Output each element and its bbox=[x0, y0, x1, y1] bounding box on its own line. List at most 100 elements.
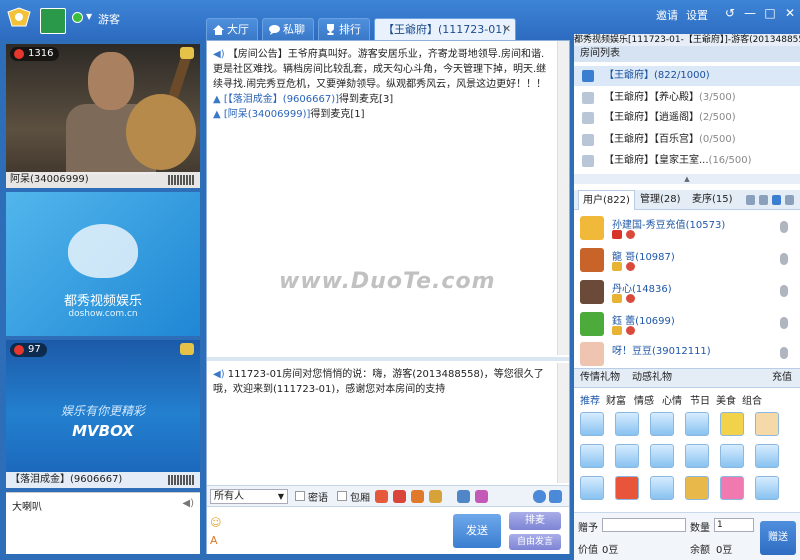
queue-mic-button[interactable]: 排麦 bbox=[509, 512, 561, 530]
emoji-icon[interactable]: ☺ bbox=[210, 516, 222, 529]
gift-category[interactable]: 美食 bbox=[716, 392, 736, 407]
gift-box-icon[interactable] bbox=[615, 444, 639, 468]
refresh-icon[interactable]: ↺ bbox=[722, 5, 738, 21]
house-icon[interactable] bbox=[411, 490, 424, 503]
gift-box-icon[interactable] bbox=[685, 412, 709, 436]
video-column: 1316 阿呆(34006999) 都秀视频娱乐 doshow.com.cn 9… bbox=[6, 44, 200, 554]
mic-user-link[interactable]: [阿呆(34006999)] bbox=[224, 109, 311, 120]
tab-room-label: 【王爺府】(111723-01) bbox=[383, 23, 507, 36]
minimize-button[interactable]: — bbox=[742, 5, 758, 21]
cartoon-icon[interactable] bbox=[720, 476, 744, 500]
gift-box-icon[interactable] bbox=[685, 444, 709, 468]
close-button[interactable]: ✕ bbox=[782, 5, 798, 21]
list-view-icon[interactable] bbox=[772, 195, 781, 205]
chevron-down-icon[interactable]: ▼ bbox=[86, 12, 92, 21]
mic-user-link[interactable]: [【落泪成金】(9606667)] bbox=[224, 94, 339, 105]
bag-label: 包厢 bbox=[350, 493, 370, 504]
gift-box-icon[interactable] bbox=[755, 476, 779, 500]
public-chat: ◀) 【房间公告】王爷府真叫好。游客安居乐业，齐寄龙哥地领导.房间和谐.更是社区… bbox=[207, 41, 569, 355]
maximize-button[interactable]: □ bbox=[762, 5, 778, 21]
cartoon-icon[interactable] bbox=[685, 476, 709, 500]
gift-recipient-input[interactable] bbox=[602, 518, 686, 532]
room-title: 都秀视频娱乐[111723-01-【王爺府】]-游客(2013488558) bbox=[574, 34, 800, 46]
divider[interactable] bbox=[207, 357, 569, 361]
gift-box-icon[interactable] bbox=[720, 444, 744, 468]
gift-category[interactable]: 节日 bbox=[690, 392, 710, 407]
viewer-count: 97 bbox=[28, 344, 41, 355]
cake-icon[interactable] bbox=[429, 490, 442, 503]
tab-private-chat[interactable]: 私聊 bbox=[262, 18, 314, 40]
microphone-icon[interactable] bbox=[533, 490, 546, 503]
avatar[interactable] bbox=[40, 8, 66, 34]
gift-box-icon[interactable] bbox=[580, 476, 604, 500]
video-slot-1[interactable]: 1316 阿呆(34006999) bbox=[6, 44, 200, 188]
bow-icon[interactable] bbox=[375, 490, 388, 503]
volume-icon[interactable] bbox=[549, 490, 562, 503]
chopsticks-icon[interactable] bbox=[720, 412, 744, 436]
gift-category[interactable]: 心情 bbox=[662, 392, 682, 407]
tab-room[interactable]: 【王爺府】(111723-01) ✕ bbox=[374, 18, 516, 40]
scrollbar[interactable] bbox=[557, 41, 569, 355]
gift-box-icon[interactable] bbox=[650, 444, 674, 468]
tab-mic-queue[interactable]: 麦序(15) bbox=[688, 190, 737, 210]
message-input[interactable]: ☺ A 发送 排麦 自由发言 bbox=[207, 508, 569, 554]
user-row[interactable]: 丹心(14836) bbox=[574, 278, 800, 308]
invite-link[interactable]: 邀请 bbox=[656, 7, 678, 23]
secret-checkbox[interactable] bbox=[295, 491, 305, 501]
gift-box-icon[interactable] bbox=[580, 412, 604, 436]
gift-balance-value: 0豆 bbox=[716, 545, 733, 556]
hand-icon[interactable] bbox=[755, 412, 779, 436]
gift-box-icon[interactable] bbox=[755, 444, 779, 468]
settings-link[interactable]: 设置 bbox=[686, 7, 708, 23]
microphone-icon bbox=[780, 253, 788, 265]
color-icon[interactable] bbox=[475, 490, 488, 503]
tab-gifts-emotion[interactable]: 传情礼物 bbox=[580, 369, 620, 387]
room-icon bbox=[582, 92, 594, 104]
user-row[interactable]: 鈺 蕾(10699) bbox=[574, 310, 800, 340]
user-row[interactable]: 呀！豆豆(39012111) bbox=[574, 340, 800, 370]
screenshot-icon[interactable] bbox=[457, 490, 470, 503]
collapse-toggle[interactable]: ▲ bbox=[574, 174, 800, 184]
room-item[interactable]: 【王爺府】【逍遥阁】(2/500) bbox=[574, 108, 800, 128]
tab-ranking[interactable]: 排行 bbox=[318, 18, 370, 40]
gift-box-icon[interactable] bbox=[580, 444, 604, 468]
gift-box-icon[interactable] bbox=[650, 412, 674, 436]
gift-box-icon[interactable] bbox=[650, 476, 674, 500]
clown-icon[interactable] bbox=[615, 476, 639, 500]
gift-category[interactable]: 推荐 bbox=[580, 392, 600, 407]
room-item[interactable]: 【王爺府】【百乐宫】(0/500) bbox=[574, 130, 800, 150]
grid-view-icon[interactable] bbox=[785, 195, 794, 205]
gift-category[interactable]: 财富 bbox=[606, 392, 626, 407]
gift-qty-input[interactable]: 1 bbox=[714, 518, 754, 532]
send-button[interactable]: 发送 bbox=[453, 514, 501, 548]
free-speak-button[interactable]: 自由发言 bbox=[509, 534, 561, 550]
room-item[interactable]: 【王爺府】【皇家王室...(16/500) bbox=[574, 151, 800, 171]
scrollbar[interactable] bbox=[557, 363, 569, 483]
room-item[interactable]: 【王爺府】【养心殿】(3/500) bbox=[574, 88, 800, 108]
video-slot-2[interactable]: 都秀视频娱乐 doshow.com.cn bbox=[6, 192, 200, 336]
recharge-link[interactable]: 充值 bbox=[772, 369, 792, 387]
gift-category[interactable]: 组合 bbox=[742, 392, 762, 407]
target-select[interactable]: 所有人 ▼ bbox=[210, 489, 288, 504]
give-gift-button[interactable]: 赠送 bbox=[760, 521, 796, 555]
user-row[interactable]: 孙建国-秀豆充值(10573) bbox=[574, 214, 800, 244]
tab-hall[interactable]: 大厅 bbox=[206, 18, 258, 40]
room-item[interactable]: 【王爺府】(822/1000) bbox=[574, 66, 800, 86]
bag-checkbox[interactable] bbox=[337, 491, 347, 501]
room-count: (0/500) bbox=[699, 134, 736, 145]
close-icon[interactable]: ✕ bbox=[503, 19, 511, 41]
gift-box-icon[interactable] bbox=[615, 412, 639, 436]
room-count: (16/500) bbox=[708, 155, 752, 166]
tab-admins[interactable]: 管理(28) bbox=[636, 190, 685, 210]
user-row[interactable]: 龍 哥(10987) bbox=[574, 246, 800, 276]
tab-gifts-dynamic[interactable]: 动感礼物 bbox=[632, 369, 672, 387]
font-icon[interactable]: A bbox=[210, 534, 222, 547]
gift-icon[interactable] bbox=[393, 490, 406, 503]
search-icon[interactable] bbox=[746, 195, 755, 205]
gift-category[interactable]: 情感 bbox=[634, 392, 654, 407]
volume-icon[interactable]: ◀) bbox=[182, 498, 194, 509]
tab-users[interactable]: 用户(822) bbox=[578, 190, 635, 210]
video-slot-3[interactable]: 97 娱乐有你更精彩 MVBOX 【落泪成金】(9606667) bbox=[6, 340, 200, 488]
online-status-icon[interactable] bbox=[72, 12, 83, 23]
pin-icon[interactable] bbox=[759, 195, 768, 205]
